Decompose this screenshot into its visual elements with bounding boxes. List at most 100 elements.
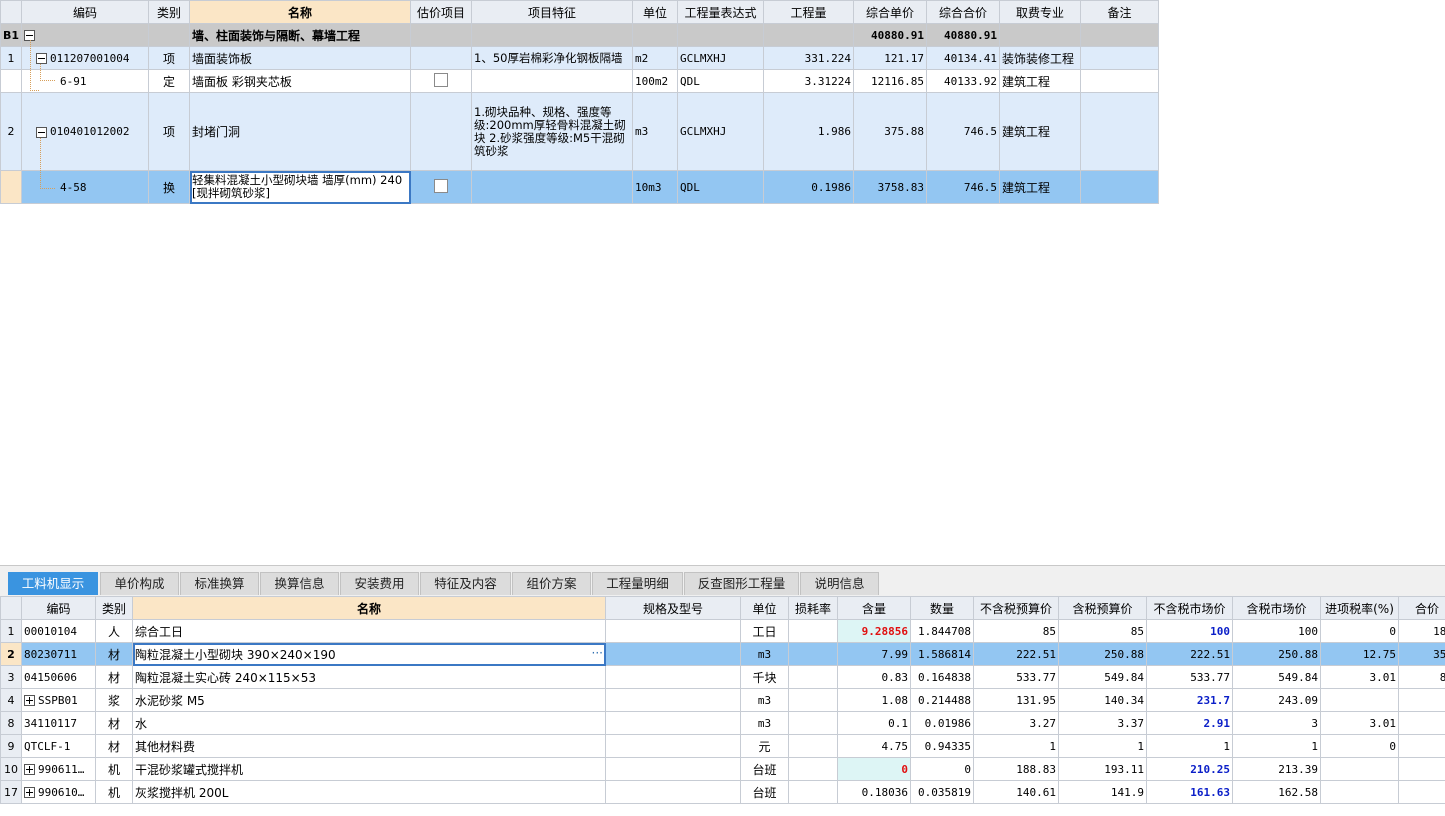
tab-labor-material-machine[interactable]: 工料机显示: [8, 572, 98, 595]
market-excl-cell[interactable]: 222.51: [1146, 642, 1233, 666]
fee-cell[interactable]: 建筑工程: [999, 69, 1081, 93]
fee-cell[interactable]: [999, 23, 1081, 47]
name-edit-cell[interactable]: 轻集料混凝土小型砌块墙 墙厚(mm) 240 [现拌砌筑砂浆]: [189, 170, 411, 204]
col-header-spec[interactable]: 规格及型号: [605, 596, 741, 620]
loss-cell[interactable]: [788, 619, 838, 643]
col-header-total[interactable]: 综合合价: [926, 0, 1000, 24]
tax-rate-cell[interactable]: [1320, 688, 1399, 712]
unit-cell[interactable]: [632, 23, 678, 47]
col-header-feature[interactable]: 项目特征: [471, 0, 633, 24]
spec-cell[interactable]: [605, 711, 741, 735]
note-cell[interactable]: [1080, 46, 1159, 70]
unit-cell[interactable]: m3: [740, 711, 789, 735]
market-excl-cell[interactable]: 231.7: [1146, 688, 1233, 712]
tax-rate-cell[interactable]: 3.01: [1320, 665, 1399, 689]
resource-row[interactable]: 17 990610… 机 灰浆搅拌机 200L 台班 0.18036 0.035…: [0, 780, 1445, 804]
unit-cell[interactable]: 工日: [740, 619, 789, 643]
col-header-code[interactable]: 编码: [21, 0, 149, 24]
table-row[interactable]: B1 墙、柱面装饰与隔断、幕墙工程 40880.91 40880.91: [0, 23, 1159, 47]
feature-cell[interactable]: [471, 69, 633, 93]
tab-feature-content[interactable]: 特征及内容: [420, 572, 511, 595]
expr-cell[interactable]: QDL: [677, 170, 764, 204]
spec-cell[interactable]: [605, 665, 741, 689]
code-cell[interactable]: SSPB01: [21, 688, 96, 712]
name-cell[interactable]: 墙面板 彩钢夹芯板: [189, 69, 411, 93]
content-cell[interactable]: 4.75: [837, 734, 911, 758]
tab-standard-conversion[interactable]: 标准换算: [180, 572, 259, 595]
name-edit-cell[interactable]: 陶粒混凝土小型砌块 390×240×190 ···: [132, 642, 606, 666]
name-cell[interactable]: 灰浆搅拌机 200L: [132, 780, 606, 804]
content-cell[interactable]: 0.83: [837, 665, 911, 689]
resource-row[interactable]: 9 QTCLF-1 材 其他材料费 元 4.75 0.94335 1 1 1 1…: [0, 734, 1445, 758]
tab-description[interactable]: 说明信息: [800, 572, 879, 595]
spec-cell[interactable]: [605, 734, 741, 758]
code-cell[interactable]: 80230711: [21, 642, 96, 666]
market-excl-cell[interactable]: 210.25: [1146, 757, 1233, 781]
unit-cell[interactable]: 千块: [740, 665, 789, 689]
table-row[interactable]: 6-91 定 墙面板 彩钢夹芯板 100m2 QDL 3.31224 12116…: [0, 69, 1159, 93]
market-incl-cell[interactable]: 162.58: [1232, 780, 1321, 804]
col-header-loss[interactable]: 损耗率: [788, 596, 838, 620]
code-cell[interactable]: 990610…: [21, 780, 96, 804]
more-icon[interactable]: ···: [592, 646, 603, 660]
name-cell[interactable]: 陶粒混凝土实心砖 240×115×53: [132, 665, 606, 689]
market-excl-cell[interactable]: 1: [1146, 734, 1233, 758]
tax-rate-cell[interactable]: 3.01: [1320, 711, 1399, 735]
estimate-cell[interactable]: [410, 46, 472, 70]
expr-cell[interactable]: GCLMXHJ: [677, 46, 764, 70]
expand-icon[interactable]: [24, 764, 35, 775]
qty-cell[interactable]: [763, 23, 854, 47]
resource-row[interactable]: 10 990611… 机 干混砂浆罐式搅拌机 台班 0 0 188.83 193…: [0, 757, 1445, 781]
spec-cell[interactable]: [605, 688, 741, 712]
code-cell[interactable]: 34110117: [21, 711, 96, 735]
name-cell[interactable]: 水: [132, 711, 606, 735]
market-excl-cell[interactable]: 533.77: [1146, 665, 1233, 689]
estimate-cell[interactable]: [410, 92, 472, 171]
market-incl-cell[interactable]: 1: [1232, 734, 1321, 758]
col-header-sum[interactable]: 合价: [1398, 596, 1445, 620]
tax-rate-cell[interactable]: [1320, 757, 1399, 781]
market-incl-cell[interactable]: 250.88: [1232, 642, 1321, 666]
col-header-estimate[interactable]: 估价项目: [410, 0, 472, 24]
spec-cell[interactable]: [605, 619, 741, 643]
code-cell[interactable]: 04150606: [21, 665, 96, 689]
estimate-cell[interactable]: [410, 170, 472, 204]
code-cell[interactable]: 00010104: [21, 619, 96, 643]
content-cell[interactable]: 0.18036: [837, 780, 911, 804]
fee-cell[interactable]: 建筑工程: [999, 92, 1081, 171]
market-incl-cell[interactable]: 3: [1232, 711, 1321, 735]
loss-cell[interactable]: [788, 734, 838, 758]
code-cell[interactable]: [21, 23, 149, 47]
col-header-market-incl-tax[interactable]: 含税市场价: [1232, 596, 1321, 620]
type-cell[interactable]: [148, 23, 190, 47]
type-cell[interactable]: 材: [95, 734, 133, 758]
type-cell[interactable]: 材: [95, 665, 133, 689]
type-cell[interactable]: 定: [148, 69, 190, 93]
type-cell[interactable]: 项: [148, 46, 190, 70]
fee-cell[interactable]: 装饰装修工程: [999, 46, 1081, 70]
expr-cell[interactable]: GCLMXHJ: [677, 92, 764, 171]
market-excl-cell[interactable]: 100: [1146, 619, 1233, 643]
loss-cell[interactable]: [788, 711, 838, 735]
loss-cell[interactable]: [788, 688, 838, 712]
resource-row[interactable]: 1 00010104 人 综合工日 工日 9.28856 1.844708 85…: [0, 619, 1445, 643]
spec-cell[interactable]: [605, 757, 741, 781]
content-cell[interactable]: 9.28856: [837, 619, 911, 643]
col-header-fee[interactable]: 取费专业: [999, 0, 1081, 24]
resource-row[interactable]: 4 SSPB01 浆 水泥砂浆 M5 m3 1.08 0.214488 131.…: [0, 688, 1445, 712]
content-cell[interactable]: 0.1: [837, 711, 911, 735]
col-header-budget-incl-tax[interactable]: 含税预算价: [1058, 596, 1147, 620]
tax-rate-cell[interactable]: [1320, 780, 1399, 804]
estimate-checkbox[interactable]: [434, 72, 448, 87]
unit-cell[interactable]: 10m3: [632, 170, 678, 204]
market-incl-cell[interactable]: 243.09: [1232, 688, 1321, 712]
tab-graphic-quantity[interactable]: 反查图形工程量: [684, 572, 799, 595]
market-excl-cell[interactable]: 2.91: [1146, 711, 1233, 735]
content-cell[interactable]: 0: [837, 757, 911, 781]
resource-row-selected[interactable]: 2 80230711 材 陶粒混凝土小型砌块 390×240×190 ··· m3…: [0, 642, 1445, 666]
feature-cell[interactable]: [471, 170, 633, 204]
expr-cell[interactable]: [677, 23, 764, 47]
estimate-cell[interactable]: [410, 23, 472, 47]
resource-row[interactable]: 3 04150606 材 陶粒混凝土实心砖 240×115×53 千块 0.83…: [0, 665, 1445, 689]
col-header-qty[interactable]: 数量: [910, 596, 974, 620]
